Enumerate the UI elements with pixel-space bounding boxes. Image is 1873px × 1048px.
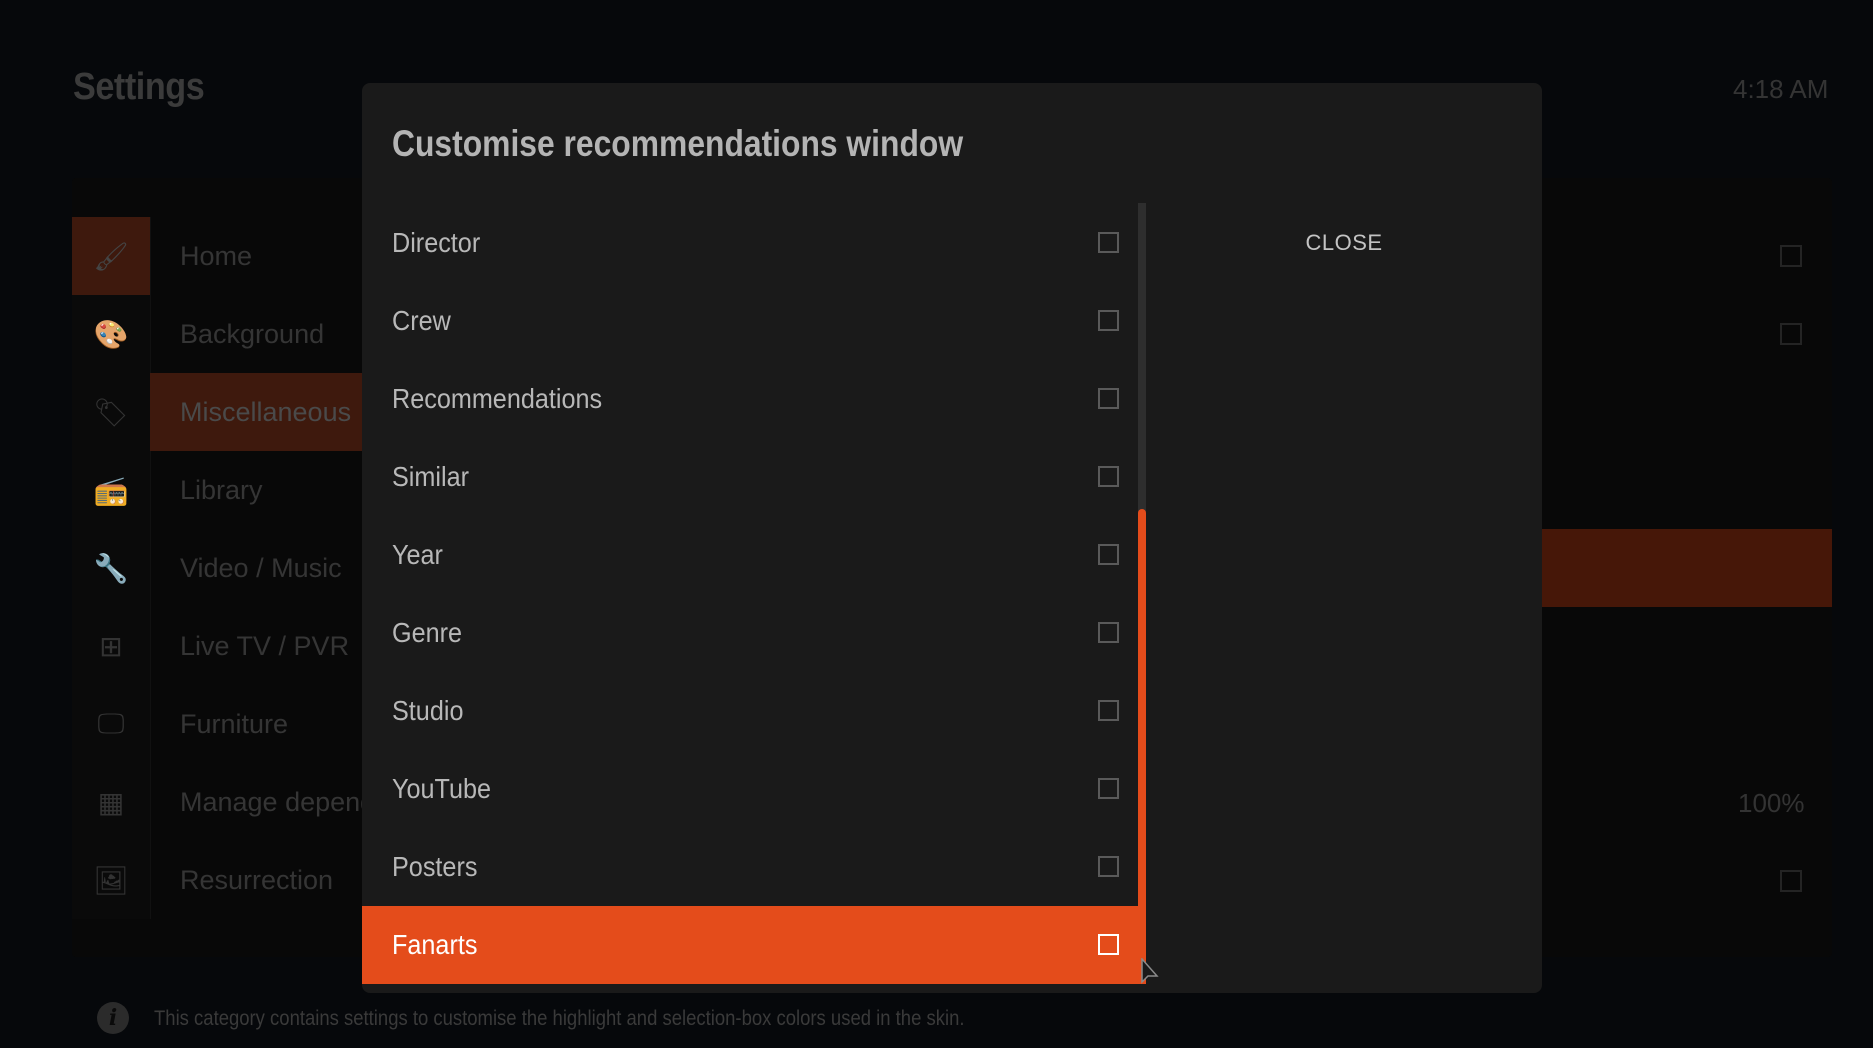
setting-checkbox[interactable] xyxy=(1780,870,1802,892)
dialog-title: Customise recommendations window xyxy=(392,123,964,164)
option-row-year[interactable]: Year xyxy=(362,516,1138,594)
setting-value: 100% xyxy=(1738,788,1805,818)
option-row-youtube[interactable]: YouTube xyxy=(362,750,1138,828)
paintbrush-icon: 🖌 xyxy=(72,217,150,295)
options-list: Director Crew Recommendations Similar Year Ge… xyxy=(362,204,1146,984)
option-label: Crew xyxy=(392,305,451,336)
option-label: Similar xyxy=(392,461,470,492)
checkbox[interactable] xyxy=(1098,310,1119,331)
option-row-similar[interactable]: Similar xyxy=(362,438,1138,516)
tag-icon: 🏷 xyxy=(93,396,129,428)
scrollbar[interactable] xyxy=(1138,203,1146,983)
option-label: Fanarts xyxy=(392,929,478,960)
option-row-studio[interactable]: Studio xyxy=(362,672,1138,750)
sidebar-item-home[interactable]: Home xyxy=(150,217,362,295)
option-row-director[interactable]: Director xyxy=(362,204,1138,282)
option-row-genre[interactable]: Genre xyxy=(362,594,1138,672)
clock: 4:18 AM xyxy=(1733,74,1829,104)
sidebar-item-video-music[interactable]: Video / Music xyxy=(150,529,362,607)
remote-display-icon: 🖵 xyxy=(97,707,125,739)
checkbox[interactable] xyxy=(1098,232,1119,253)
option-row-posters[interactable]: Posters xyxy=(362,828,1138,906)
checkbox[interactable] xyxy=(1098,622,1119,643)
checkbox[interactable] xyxy=(1098,700,1119,721)
checkbox[interactable] xyxy=(1098,934,1119,955)
wrench-icon: 🔧 xyxy=(93,552,129,584)
checkbox[interactable] xyxy=(1098,466,1119,487)
scrollbar-thumb[interactable] xyxy=(1138,509,1146,983)
checkbox[interactable] xyxy=(1098,778,1119,799)
setting-checkbox[interactable] xyxy=(1780,323,1802,345)
close-button[interactable]: CLOSE xyxy=(1146,213,1542,273)
sidebar-item-furniture[interactable]: Furniture xyxy=(150,685,362,763)
settings-row-highlight[interactable] xyxy=(1542,529,1832,607)
sidebar-item-manage-dependencies[interactable]: Manage dependencies xyxy=(150,763,362,841)
option-label: Director xyxy=(392,227,481,258)
footer-description: This category contains settings to custo… xyxy=(154,1007,965,1030)
option-label: Genre xyxy=(392,617,463,648)
option-label: Year xyxy=(392,539,443,570)
receiver-icon: 📻 xyxy=(93,474,129,506)
network-icon: ⊞ xyxy=(99,630,123,662)
option-row-crew[interactable]: Crew xyxy=(362,282,1138,360)
info-icon: i xyxy=(97,1002,129,1034)
option-label: Posters xyxy=(392,851,478,882)
checkbox[interactable] xyxy=(1098,544,1119,565)
sidebar-item-miscellaneous[interactable]: Miscellaneous xyxy=(150,373,362,451)
setting-checkbox[interactable] xyxy=(1780,245,1802,267)
cpu-icon: ▦ xyxy=(97,786,125,818)
sidebar-item-library[interactable]: Library xyxy=(150,451,362,529)
option-label: YouTube xyxy=(392,773,492,804)
sidebar-item-resurrection[interactable]: Resurrection xyxy=(150,841,362,919)
option-label: Studio xyxy=(392,695,464,726)
option-row-fanarts[interactable]: Fanarts xyxy=(362,906,1146,984)
photos-icon: 🖼 xyxy=(93,864,129,896)
checkbox[interactable] xyxy=(1098,388,1119,409)
customise-recommendations-dialog: Customise recommendations window Directo… xyxy=(362,83,1542,993)
option-row-recommendations[interactable]: Recommendations xyxy=(362,360,1138,438)
mouse-cursor-icon xyxy=(1141,958,1159,984)
palette-icon: 🎨 xyxy=(93,318,129,350)
option-label: Recommendations xyxy=(392,383,603,414)
sidebar-item-background[interactable]: Background xyxy=(150,295,362,373)
checkbox[interactable] xyxy=(1098,856,1119,877)
sidebar-item-live-tv-pvr[interactable]: Live TV / PVR xyxy=(150,607,362,685)
page-title: Settings xyxy=(73,66,205,108)
